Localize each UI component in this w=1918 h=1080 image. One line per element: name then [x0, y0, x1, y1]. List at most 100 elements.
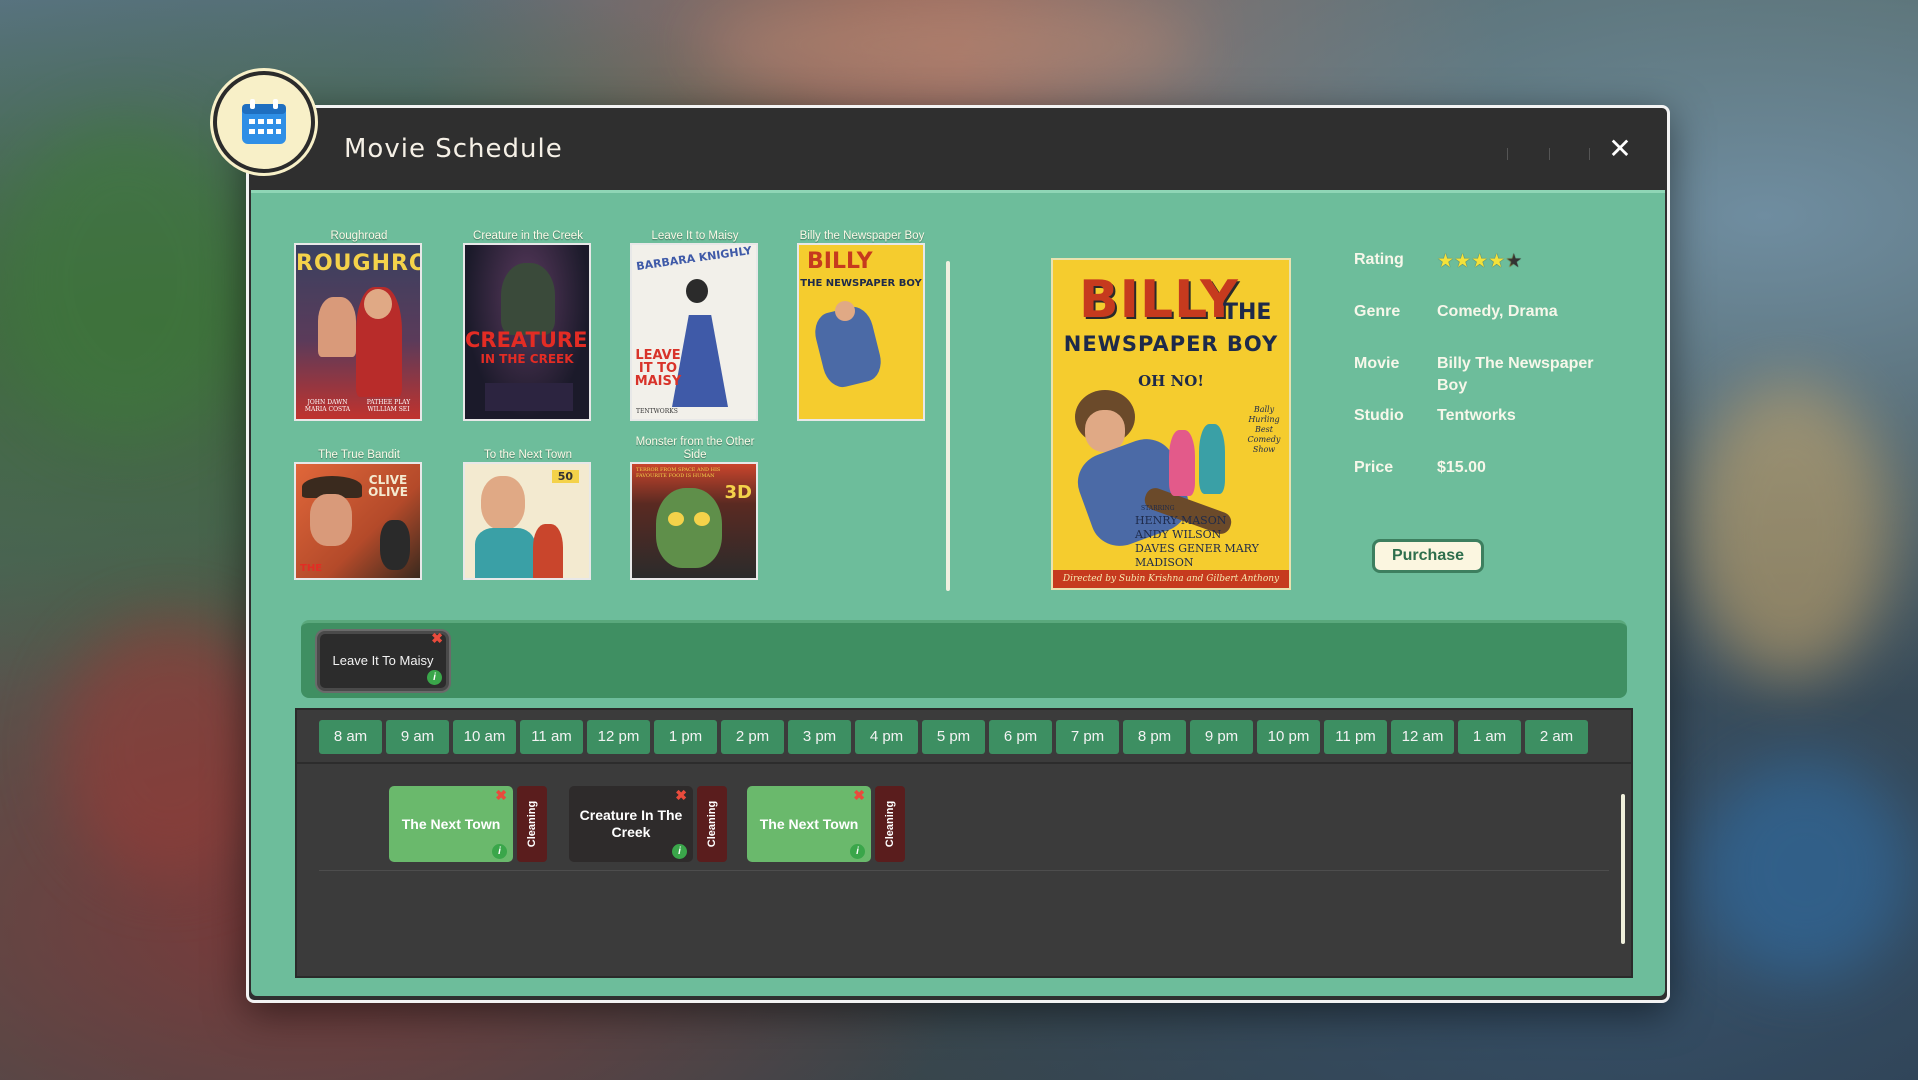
movie-poster[interactable]: 50 — [463, 462, 591, 580]
poster-footer: TENTWORKS — [636, 408, 678, 415]
scheduled-showing[interactable]: Creature In The Creek ✖ i — [569, 786, 693, 862]
poster-eye — [694, 512, 710, 526]
poster-eye — [668, 512, 684, 526]
half-star-icon: ★ — [1505, 250, 1523, 272]
poster-credits: PATHEE PLAY WILLIAM SEI — [366, 399, 411, 413]
schedule-scrollbar[interactable] — [1621, 794, 1625, 944]
remove-icon[interactable]: ✖ — [675, 788, 687, 802]
poster-title: CLIVE OLIVE — [368, 473, 408, 499]
scheduled-showing[interactable]: The Next Town ✖ i — [389, 786, 513, 862]
genre-value: Comedy, Drama — [1437, 303, 1558, 320]
poster-face — [310, 494, 352, 546]
hour-6pm[interactable]: 6 pm — [989, 720, 1052, 754]
poster-title: BILLY — [1079, 270, 1239, 330]
poster-title: BARBARA KNIGHLY — [635, 243, 753, 274]
star-icon: ★ — [1488, 250, 1506, 272]
poster-side-note: Bally Hurling Best Comedy Show — [1247, 405, 1281, 454]
hour-11am[interactable]: 11 am — [520, 720, 583, 754]
hour-3pm[interactable]: 3 pm — [788, 720, 851, 754]
poster-directed-by: Directed by Subin Krishna and Gilbert An… — [1053, 570, 1289, 588]
hour-10am[interactable]: 10 am — [453, 720, 516, 754]
poster-cast-line: ANDY WILSON — [1135, 528, 1222, 541]
price-label: Price — [1354, 459, 1394, 476]
background-building — [1690, 380, 1890, 680]
movie-label: To the Next Town — [483, 449, 572, 461]
showing-title: The Next Town — [401, 815, 501, 832]
poster-credits: JOHN DAWN MARIA COSTA — [304, 399, 351, 413]
movie-poster[interactable]: BILLY THE NEWSPAPER BOY — [797, 243, 925, 421]
movie-card-billy-the-newspaper-boy[interactable]: Billy the Newspaper Boy BILLY THE NEWSPA… — [797, 217, 927, 421]
content-panel: Roughroad ROUGHROAD JOHN DAWN MARIA COST… — [251, 190, 1665, 996]
remove-icon[interactable]: ✖ — [853, 788, 865, 802]
movie-label: Leave It to Maisy — [651, 230, 739, 242]
info-icon[interactable]: i — [850, 844, 865, 859]
remove-icon[interactable]: ✖ — [495, 788, 507, 802]
price-value: $15.00 — [1437, 459, 1486, 476]
hour-2pm[interactable]: 2 pm — [721, 720, 784, 754]
movie-poster[interactable]: CREATURE! IN THE CREEK — [463, 243, 591, 421]
purchase-button[interactable]: Purchase — [1372, 539, 1484, 573]
hour-8am[interactable]: 8 am — [319, 720, 382, 754]
hour-11pm[interactable]: 11 pm — [1324, 720, 1387, 754]
info-icon[interactable]: i — [492, 844, 507, 859]
rating-label: Rating — [1354, 251, 1404, 268]
cleaning-block: Cleaning — [875, 786, 905, 862]
close-button[interactable]: ✕ — [1607, 135, 1633, 163]
movie-poster[interactable]: BARBARA KNIGHLY LEAVE IT TO MAISY TENTWO… — [630, 243, 758, 421]
hour-1am[interactable]: 1 am — [1458, 720, 1521, 754]
movie-card-creature-in-the-creek[interactable]: Creature in the Creek CREATURE! IN THE C… — [463, 217, 593, 421]
showing-title: Creature In The Creek — [579, 807, 683, 840]
title-divider — [1507, 148, 1508, 160]
movie-card-monster-from-the-other-side[interactable]: Monster from the Other Side TERROR FROM … — [630, 436, 760, 580]
title-divider — [1549, 148, 1550, 160]
info-icon[interactable]: i — [427, 670, 442, 685]
calendar-badge — [213, 71, 315, 173]
hour-2am[interactable]: 2 am — [1525, 720, 1588, 754]
poster-figure-head — [686, 279, 708, 303]
poster-subtitle: IN THE CREEK — [480, 352, 574, 366]
movie-card-roughroad[interactable]: Roughroad ROUGHROAD JOHN DAWN MARIA COST… — [294, 217, 424, 421]
poster-subtitle: TERROR FROM SPACE AND HIS FAVOURITE FOOD… — [636, 467, 721, 479]
poster-figure — [380, 520, 410, 570]
scheduled-showing[interactable]: The Next Town ✖ i — [747, 786, 871, 862]
studio-label: Studio — [1354, 407, 1404, 424]
info-icon[interactable]: i — [672, 844, 687, 859]
hour-5pm[interactable]: 5 pm — [922, 720, 985, 754]
poster-subtitle: NEWSPAPER BOY — [1063, 332, 1279, 356]
genre-label: Genre — [1354, 303, 1401, 320]
schedule-timeline: 8 am 9 am 10 am 11 am 12 pm 1 pm 2 pm 3 … — [295, 708, 1633, 978]
hour-9am[interactable]: 9 am — [386, 720, 449, 754]
poster-face — [835, 301, 855, 321]
poster-cast: HENRY MASON ANDY WILSON DAVES GENER MARY… — [1135, 514, 1289, 570]
movie-card-leave-it-to-maisy[interactable]: Leave It to Maisy BARBARA KNIGHLY LEAVE … — [630, 217, 760, 421]
movie-card-to-the-next-town[interactable]: To the Next Town 50 — [463, 436, 593, 580]
poster-cast-line: DAVES GENER MARY MADISON — [1135, 542, 1259, 569]
queued-movie-chip[interactable]: Leave It To Maisy ✖ i — [317, 631, 449, 691]
background-street — [700, 0, 1200, 90]
movie-poster[interactable]: TERROR FROM SPACE AND HIS FAVOURITE FOOD… — [630, 462, 758, 580]
hour-7pm[interactable]: 7 pm — [1056, 720, 1119, 754]
hours-divider — [297, 762, 1631, 764]
hour-12am[interactable]: 12 am — [1391, 720, 1454, 754]
hour-10pm[interactable]: 10 pm — [1257, 720, 1320, 754]
poster-figure — [533, 524, 563, 578]
poster-face — [364, 289, 392, 319]
remove-icon[interactable]: ✖ — [431, 631, 443, 645]
poster-starring: STARRING — [1141, 505, 1175, 512]
cleaning-label: Cleaning — [884, 800, 897, 848]
movie-poster[interactable]: ROUGHROAD JOHN DAWN MARIA COSTA PATHEE P… — [294, 243, 422, 421]
movie-poster[interactable]: CLIVE OLIVE THE — [294, 462, 422, 580]
movie-card-the-true-bandit[interactable]: The True Bandit CLIVE OLIVE THE — [294, 436, 424, 580]
movie-label: Movie — [1354, 355, 1400, 372]
hour-9pm[interactable]: 9 pm — [1190, 720, 1253, 754]
movie-label: Roughroad — [330, 230, 388, 242]
poster-face — [481, 476, 525, 530]
catalog-scrollbar[interactable] — [946, 261, 950, 591]
hour-8pm[interactable]: 8 pm — [1123, 720, 1186, 754]
hour-1pm[interactable]: 1 pm — [654, 720, 717, 754]
hour-4pm[interactable]: 4 pm — [855, 720, 918, 754]
hour-12pm[interactable]: 12 pm — [587, 720, 650, 754]
poster-subtitle: LEAVE IT TO MAISY — [634, 348, 682, 389]
studio-value: Tentworks — [1437, 407, 1516, 424]
poster-cast-line: HENRY MASON — [1135, 514, 1227, 527]
